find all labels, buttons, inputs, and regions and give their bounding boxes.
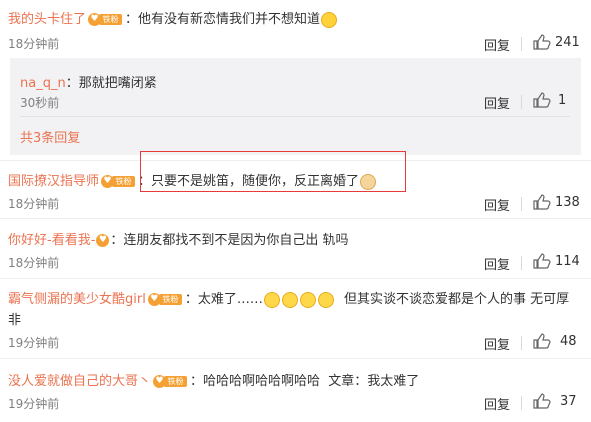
divider	[0, 218, 591, 219]
comment-text: ：连朋友都找不到不是因为你自己出 轨吗	[110, 233, 349, 248]
comment-author[interactable]: 霸气侧漏的美少女酷girl	[8, 292, 146, 307]
crying-laughing-emoji-icon	[299, 291, 316, 308]
more-replies-link[interactable]: 共3条回复	[20, 127, 80, 146]
thumbs-up-icon[interactable]	[533, 253, 551, 269]
divider	[521, 336, 522, 350]
comment-item: 我的头卡住了 ♥ 铁粉 ：他有没有新恋情我们并不想知道 18分钟前 回复 241	[0, 0, 591, 58]
comment-item: 没人爱就做自己的大哥丶 ♥ 铁粉 ：哈哈哈啊哈哈啊哈哈 文章：我太难了	[8, 370, 419, 389]
comment-time: 18分钟前	[8, 256, 60, 270]
fan-badge: ♥ 铁粉	[147, 292, 183, 307]
reply-button[interactable]: 回复	[484, 195, 510, 214]
comment-item: 霸气侧漏的美少女酷girl ♥ 铁粉 ：太难了……	[8, 288, 335, 308]
reply-button[interactable]: 回复	[484, 35, 510, 54]
thumbs-up-icon[interactable]	[533, 34, 551, 50]
divider	[0, 278, 591, 279]
sub-reply: na_q_n：那就把嘴闭紧	[20, 72, 157, 91]
reply-text: ：那就把嘴闭紧	[65, 76, 157, 91]
comment-item: 你好好-看看我- ♥ ：连朋友都找不到不是因为你自己出 轨吗	[8, 229, 349, 248]
comment-time: 19分钟前	[8, 397, 60, 411]
like-count: 1	[558, 93, 567, 108]
crying-laughing-emoji-icon	[281, 291, 298, 308]
reply-author[interactable]: na_q_n	[20, 76, 66, 91]
comment-time: 18分钟前	[8, 37, 60, 51]
like-count: 48	[560, 334, 577, 349]
highlight-box	[140, 151, 406, 192]
reply-time: 30秒前	[20, 96, 60, 110]
thumbs-up-icon[interactable]	[533, 92, 551, 108]
reply-button[interactable]: 回复	[484, 334, 510, 353]
fan-badge-label: 铁粉	[99, 14, 123, 25]
fan-badge-label: 铁粉	[164, 376, 188, 387]
fan-badge-label: 铁粉	[112, 176, 136, 187]
comment-author[interactable]: 我的头卡住了	[8, 12, 86, 27]
comment-time: 18分钟前	[8, 197, 60, 211]
thumbs-up-icon[interactable]	[533, 194, 551, 210]
comment-author[interactable]: 没人爱就做自己的大哥丶	[8, 374, 151, 389]
divider	[0, 358, 591, 359]
comment-text: ：哈哈哈啊哈哈啊哈哈 文章：我太难了	[190, 374, 420, 389]
fan-badge: ♥ 铁粉	[153, 374, 188, 389]
divider	[521, 37, 522, 51]
fan-badge: ♥ 铁粉	[101, 174, 136, 189]
like-count: 37	[560, 394, 577, 409]
comment-text-wrap: 非	[8, 313, 22, 328]
thumbs-up-icon[interactable]	[533, 393, 551, 409]
crying-laughing-emoji-icon	[317, 291, 334, 308]
reply-button[interactable]: 回复	[484, 93, 510, 112]
like-count: 114	[555, 254, 580, 269]
reply-button[interactable]: 回复	[484, 394, 510, 413]
divider	[521, 396, 522, 410]
comment-author[interactable]: 国际撩汉指导师	[8, 174, 99, 189]
comment-text: 但其实谈不谈恋爱都是个人的事 无可厚	[344, 292, 570, 307]
divider	[521, 197, 522, 211]
divider	[20, 116, 570, 117]
crying-laughing-emoji-icon	[263, 291, 280, 308]
fan-badge-label: 铁粉	[158, 294, 182, 305]
divider	[521, 95, 522, 109]
divider	[521, 256, 522, 270]
thumbs-up-icon[interactable]	[533, 333, 551, 349]
fan-badge: ♥ 铁粉	[88, 12, 123, 27]
comment-author[interactable]: 你好好-看看我-	[8, 233, 95, 248]
like-count: 138	[555, 195, 580, 210]
comment-time: 19分钟前	[8, 336, 60, 350]
smiling-face-emoji-icon	[321, 11, 338, 28]
comment-text: ：太难了……	[184, 292, 263, 307]
like-count: 241	[555, 35, 580, 50]
heart-icon: ♥	[96, 234, 110, 247]
comment-text: ：他有没有新恋情我们并不想知道	[125, 12, 321, 27]
reply-button[interactable]: 回复	[484, 254, 510, 273]
